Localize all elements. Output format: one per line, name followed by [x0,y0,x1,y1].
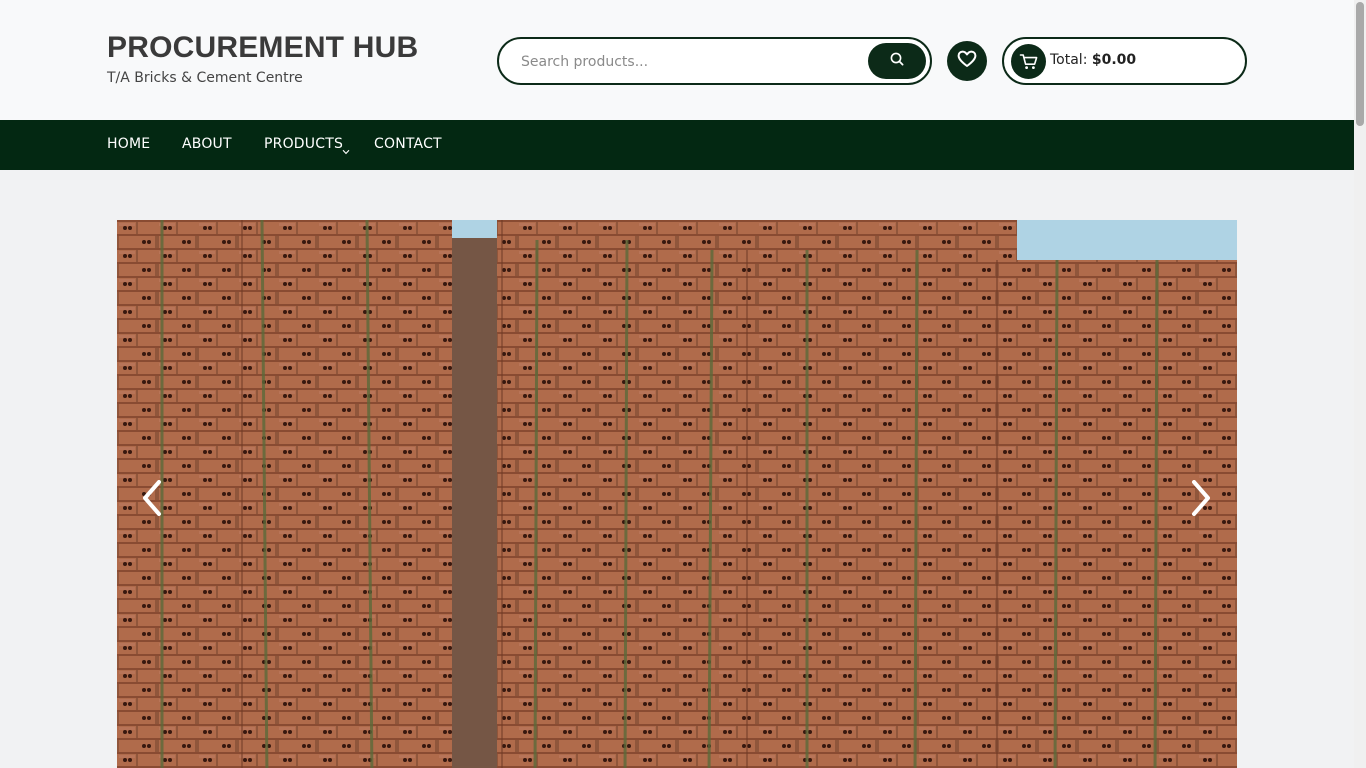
site-header: PROCUREMENT HUB T/A Bricks & Cement Cent… [0,0,1354,120]
chevron-right-icon [1191,480,1211,520]
slider-prev-button[interactable] [137,478,167,522]
cart-icon [1011,44,1046,79]
hero-image [117,220,1237,768]
nav-products[interactable]: PRODUCTS [264,136,343,152]
main-nav: HOME ABOUT PRODUCTS CONTACT [0,120,1354,170]
hero-slider [117,220,1237,768]
cart-total-amount: $0.00 [1091,52,1137,68]
search-button[interactable] [868,43,926,79]
chevron-left-icon [142,480,162,520]
heart-icon [957,50,977,72]
nav-contact[interactable]: CONTACT [374,136,442,152]
slider-next-button[interactable] [1186,478,1216,522]
scrollbar-thumb[interactable] [1356,2,1364,126]
search-input[interactable] [519,50,853,74]
chevron-down-icon[interactable] [342,140,350,159]
site-title[interactable]: PROCUREMENT HUB [107,31,418,65]
search-form [497,37,932,85]
search-icon [889,51,905,71]
site-tagline: T/A Bricks & Cement Centre [107,70,303,86]
nav-about[interactable]: ABOUT [182,136,232,152]
nav-home[interactable]: HOME [107,136,150,152]
cart-total: Total: $0.00 [1050,52,1136,68]
cart-total-label: Total: [1050,52,1088,68]
page-scrollbar[interactable] [1354,0,1366,768]
cart-button[interactable]: Total: $0.00 [1002,37,1247,85]
wishlist-button[interactable] [947,41,987,81]
